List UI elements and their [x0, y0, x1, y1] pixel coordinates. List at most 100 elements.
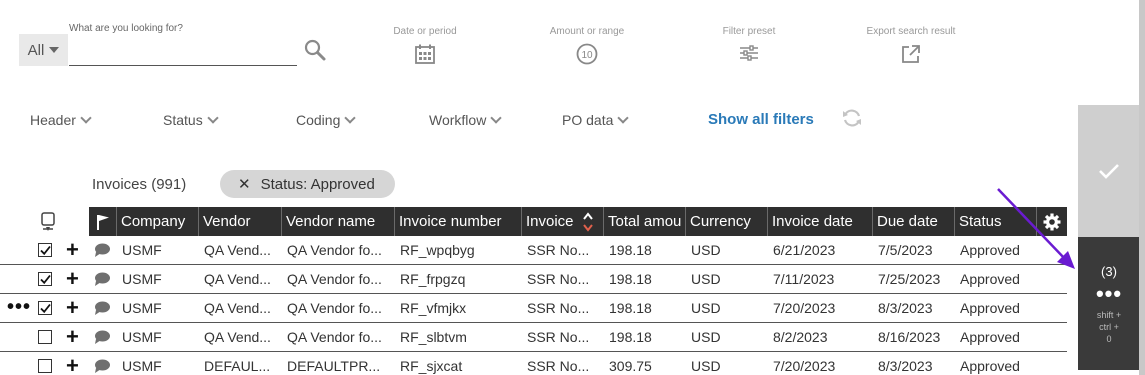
expand-row-icon[interactable]: + [66, 297, 79, 319]
cell-total-amount: 198.18 [609, 300, 652, 316]
search-input[interactable] [69, 38, 297, 66]
cell-invoice-date: 6/21/2023 [773, 242, 836, 258]
cell-status: Approved [960, 271, 1020, 287]
sort-icon[interactable] [582, 211, 594, 233]
more-actions-button[interactable]: (3) ••• shift + ctrl + 0 [1078, 237, 1140, 370]
column-settings-button[interactable] [1037, 207, 1067, 236]
scope-select[interactable]: All [19, 34, 68, 66]
cell-total-amount: 198.18 [609, 242, 652, 258]
expand-row-icon[interactable]: + [66, 326, 79, 348]
date-period-tool[interactable]: Date or period [390, 26, 460, 65]
cell-vendor-name: QA Vendor fo... [287, 300, 382, 316]
column-header-currency[interactable]: Currency [686, 207, 768, 236]
column-header-vendor-name[interactable]: Vendor name [282, 207, 395, 236]
cell-company: USMF [122, 271, 162, 287]
column-header-status[interactable]: Status [955, 207, 1037, 236]
filter-coding-label: Coding [296, 112, 341, 128]
filter-header-label: Header [30, 112, 76, 128]
table-row[interactable]: + USMF QA Vend... QA Vendor fo... RF_frpgzq S… [0, 265, 1067, 294]
chevron-down-icon [490, 111, 502, 124]
cell-status: Approved [960, 358, 1020, 374]
approve-button[interactable] [1078, 105, 1140, 237]
table-row[interactable]: + USMF QA Vend... QA Vendor fo... RF_wpqbyg S… [0, 236, 1067, 265]
cell-invoice-date: 7/20/2023 [773, 358, 836, 374]
remove-filter-icon[interactable]: ✕ [238, 175, 251, 193]
row-more-button[interactable]: ••• [7, 296, 31, 319]
chevron-down-icon [207, 111, 219, 124]
expand-row-icon[interactable]: + [66, 268, 79, 290]
cell-vendor: QA Vend... [204, 329, 271, 345]
filter-status-label: Status [163, 112, 203, 128]
selected-count: (3) [1101, 264, 1117, 279]
comment-icon[interactable] [93, 300, 111, 316]
select-all-control[interactable] [32, 207, 60, 236]
table-header-row: Company Vendor Vendor name Invoice numbe… [0, 207, 1067, 236]
export-label: Export search result [866, 26, 956, 37]
column-header-company[interactable]: Company [117, 207, 199, 236]
cell-vendor-name: QA Vendor fo... [287, 271, 382, 287]
cell-currency: USD [691, 242, 721, 258]
shortcut-hint: shift + ctrl + 0 [1096, 310, 1122, 344]
check-icon [39, 245, 51, 255]
cell-invoice-date: 7/20/2023 [773, 300, 836, 316]
cell-invoice: SSR No... [527, 358, 590, 374]
row-checkbox[interactable] [38, 243, 52, 257]
row-checkbox[interactable] [38, 330, 52, 344]
cell-total-amount: 198.18 [609, 329, 652, 345]
cell-due-date: 8/16/2023 [878, 329, 941, 345]
cell-status: Approved [960, 329, 1020, 345]
comment-icon[interactable] [93, 242, 111, 258]
chevron-down-icon [80, 111, 92, 124]
cell-invoice: SSR No... [527, 300, 590, 316]
column-header-total-amount[interactable]: Total amou [604, 207, 686, 236]
flag-column-header[interactable] [89, 207, 117, 236]
cell-status: Approved [960, 242, 1020, 258]
column-header-invoice-label: Invoice [526, 213, 574, 230]
amount-range-tool[interactable]: Amount or range 10 [547, 26, 627, 65]
cell-vendor: QA Vend... [204, 300, 271, 316]
search-icon[interactable] [303, 38, 327, 62]
invoices-count: Invoices (991) [92, 176, 187, 193]
column-header-invoice-number[interactable]: Invoice number [395, 207, 522, 236]
column-header-invoice-date[interactable]: Invoice date [768, 207, 873, 236]
filter-workflow[interactable]: Workflow [429, 111, 502, 128]
refresh-icon[interactable] [841, 107, 863, 129]
column-header-due-date[interactable]: Due date [873, 207, 955, 236]
table-row[interactable]: + USMF DEFAUL... DEFAULTPR... RF_sjxcat SSR N… [0, 352, 1067, 375]
amount-range-label: Amount or range [549, 26, 625, 37]
filter-coding[interactable]: Coding [296, 111, 357, 128]
cell-invoice: SSR No... [527, 271, 590, 287]
chevron-down-icon [344, 111, 357, 124]
amount-icon: 10 [576, 43, 598, 65]
cell-invoice-number: RF_wpqbyg [400, 242, 475, 258]
export-tool[interactable]: Export search result [861, 26, 961, 65]
cell-vendor: DEFAUL... [204, 358, 271, 374]
show-all-filters-link[interactable]: Show all filters [708, 111, 814, 128]
gear-icon [1043, 213, 1061, 230]
cell-company: USMF [122, 329, 162, 345]
filter-status[interactable]: Status [163, 111, 219, 128]
table-row[interactable]: + USMF QA Vend... QA Vendor fo... RF_slbtvm S… [0, 323, 1067, 352]
filter-preset-tool[interactable]: Filter preset [716, 26, 782, 63]
comment-icon[interactable] [93, 271, 111, 287]
sliders-icon [740, 45, 758, 61]
cell-invoice-number: RF_frpgzq [400, 271, 466, 287]
status-filter-chip-label: Status: Approved [260, 175, 375, 193]
expand-row-icon[interactable]: + [66, 355, 79, 375]
table-row[interactable]: + USMF QA Vend... QA Vendor fo... RF_vfmjkx S… [0, 294, 1067, 323]
page-scrollbar[interactable] [1139, 0, 1145, 375]
row-checkbox[interactable] [38, 359, 52, 373]
row-checkbox[interactable] [38, 272, 52, 286]
checkmark-icon [1099, 164, 1119, 179]
check-icon [39, 303, 51, 313]
column-header-vendor[interactable]: Vendor [199, 207, 282, 236]
row-checkbox[interactable] [38, 301, 52, 315]
column-header-invoice[interactable]: Invoice [522, 207, 604, 236]
filter-header[interactable]: Header [30, 111, 92, 128]
filter-po-data[interactable]: PO data [562, 111, 630, 128]
cell-currency: USD [691, 358, 721, 374]
comment-icon[interactable] [93, 329, 111, 345]
filter-po-data-label: PO data [562, 112, 614, 128]
expand-row-icon[interactable]: + [66, 239, 79, 261]
comment-icon[interactable] [93, 358, 111, 374]
